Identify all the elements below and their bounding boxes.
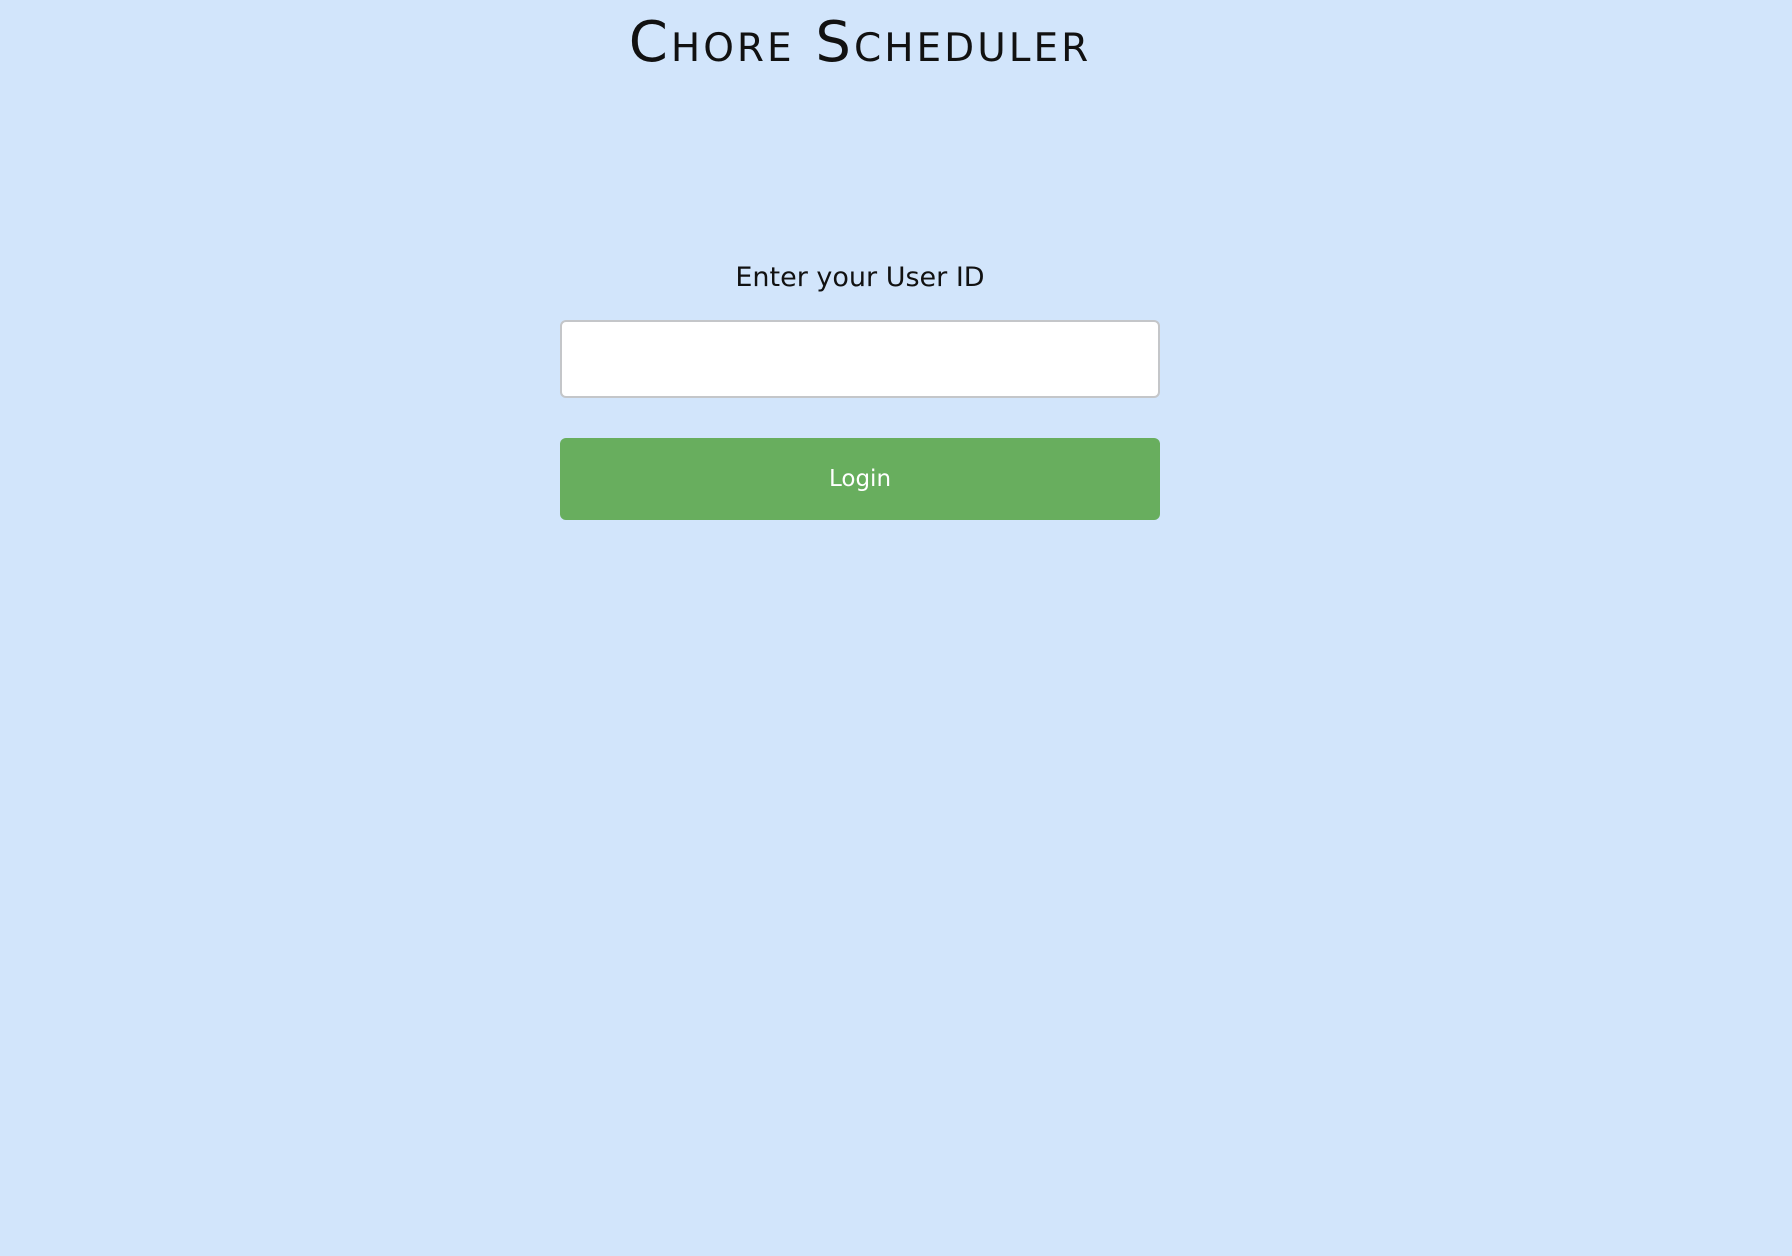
user-id-label: Enter your User ID: [735, 262, 985, 293]
login-button[interactable]: Login: [560, 438, 1160, 520]
login-page: Chore Scheduler Enter your User ID Login: [0, 0, 1792, 1256]
login-form: Enter your User ID Login: [560, 258, 1160, 520]
user-id-input[interactable]: [560, 320, 1160, 398]
app-title: Chore Scheduler: [628, 10, 1092, 75]
